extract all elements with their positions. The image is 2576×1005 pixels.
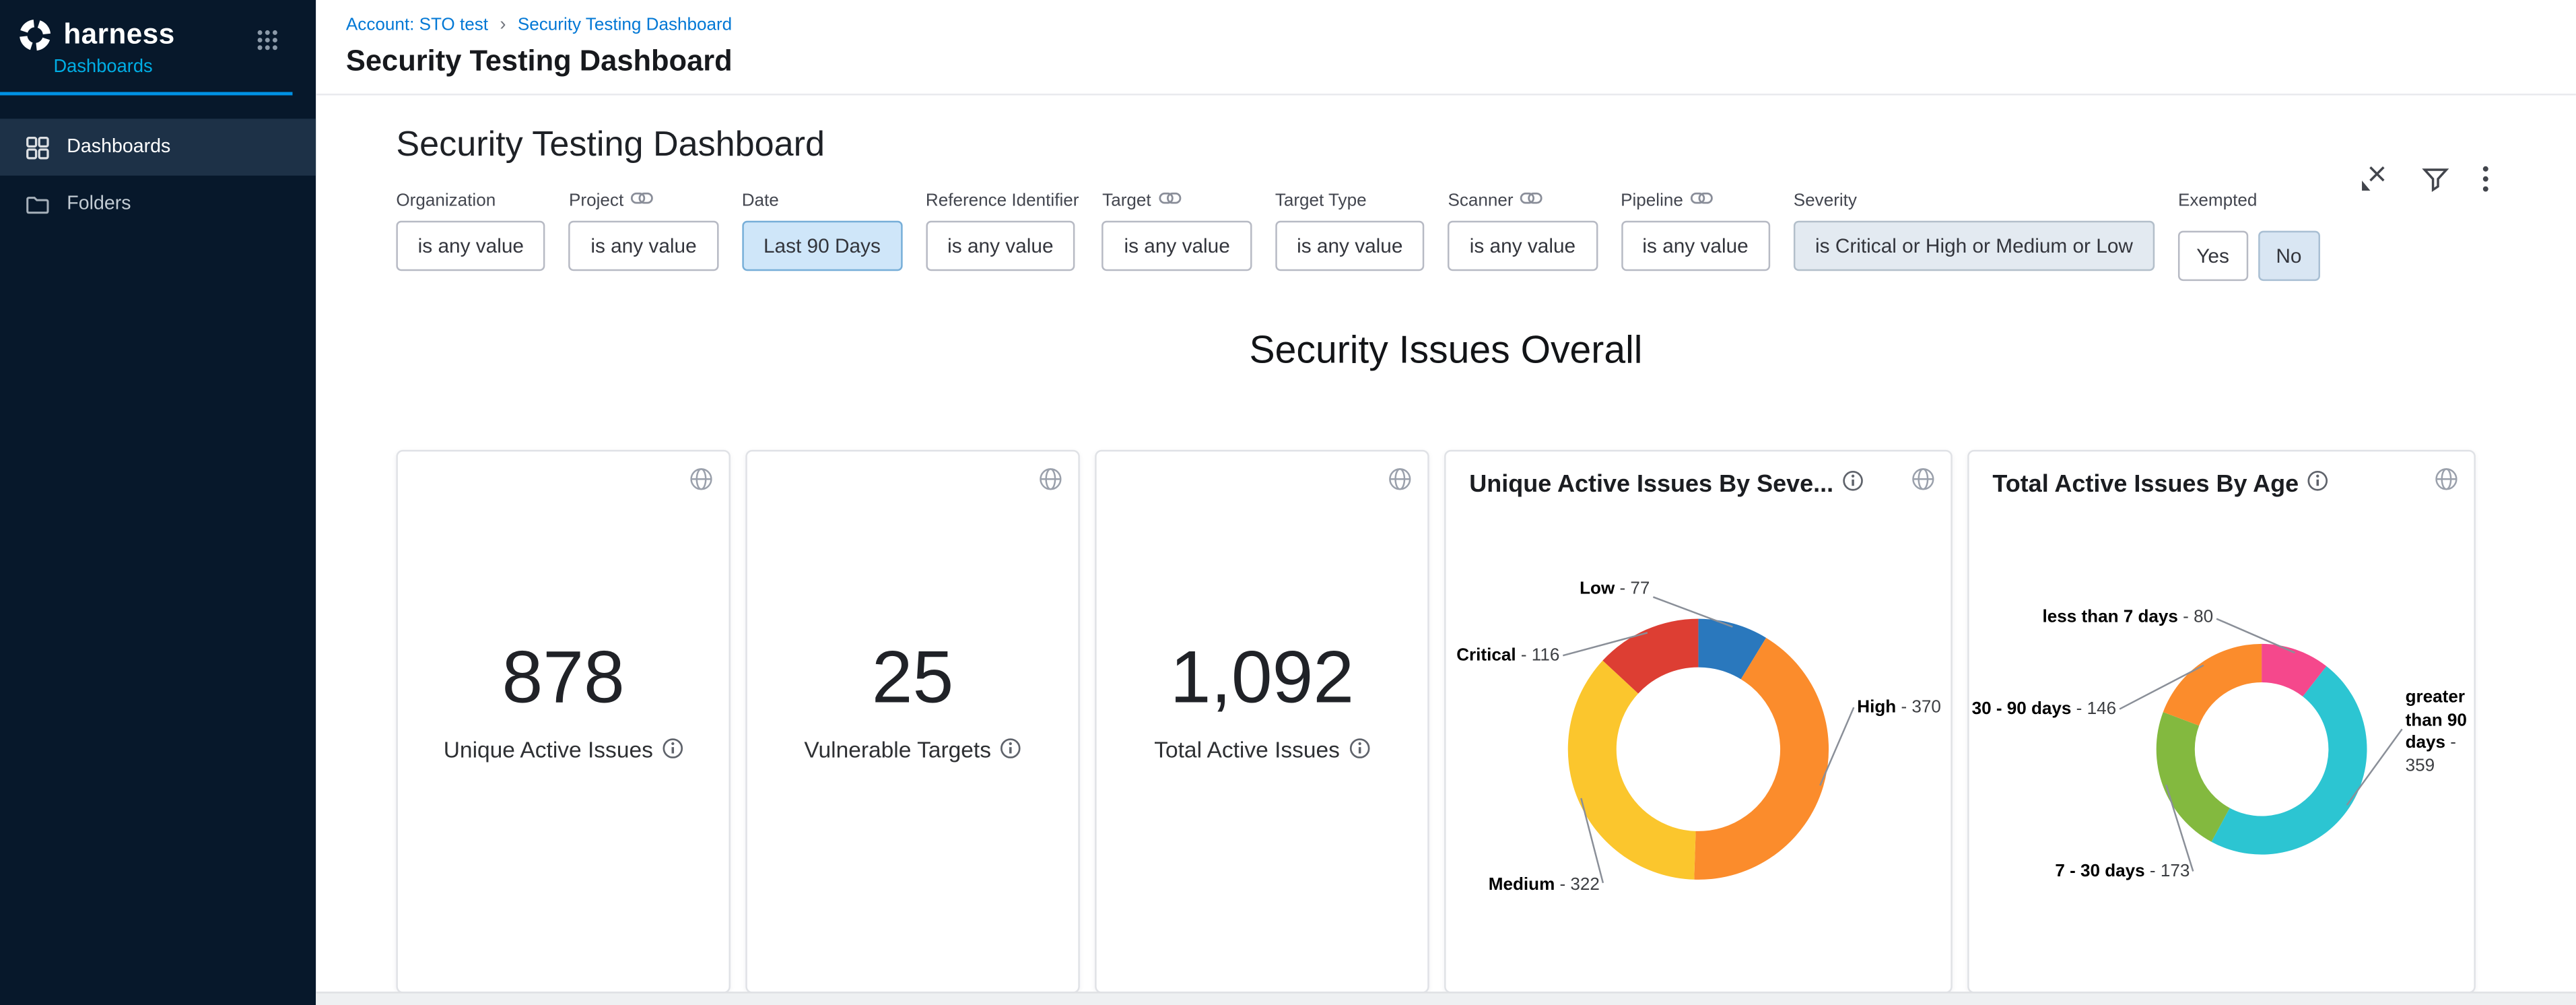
- filter-label: Target: [1102, 190, 1151, 210]
- chart-label: less than 7 days - 80: [2039, 607, 2213, 630]
- main-content: Account: STO test Security Testing Dashb…: [316, 0, 2576, 1005]
- filter-target-type: Target Type is any value: [1275, 189, 1425, 271]
- info-icon[interactable]: [999, 737, 1021, 764]
- filter-target-value[interactable]: is any value: [1102, 221, 1252, 271]
- globe-icon[interactable]: [1388, 467, 1413, 492]
- brand-wordmark: harness: [63, 18, 174, 52]
- breadcrumb-dashboard-link[interactable]: Security Testing Dashboard: [518, 15, 732, 35]
- filter-date-value[interactable]: Last 90 Days: [742, 221, 902, 271]
- filter-label: Date: [742, 190, 779, 210]
- filter-label: Pipeline: [1621, 190, 1683, 210]
- tile-total-active-issues: 1,092 Total Active Issues: [1095, 450, 1429, 994]
- filter-organization-value[interactable]: is any value: [396, 221, 545, 271]
- link-icon: [1690, 190, 1714, 210]
- tile-label: Total Active Issues: [1154, 738, 1340, 763]
- info-icon[interactable]: [1348, 737, 1369, 764]
- filter-pipeline-value[interactable]: is any value: [1621, 221, 1770, 271]
- filter-target-type-value[interactable]: is any value: [1275, 221, 1425, 271]
- sidebar-item-label: Dashboards: [67, 137, 170, 158]
- filter-severity-value[interactable]: is Critical or High or Medium or Low: [1794, 221, 2155, 271]
- link-icon: [630, 190, 654, 210]
- chart-label: Medium - 322: [1483, 874, 1600, 897]
- info-icon[interactable]: [661, 737, 683, 764]
- breadcrumb: Account: STO test Security Testing Dashb…: [346, 0, 2576, 35]
- filter-pipeline: Pipeline is any value: [1621, 189, 1770, 271]
- donut-chart-severity[interactable]: [1446, 451, 1955, 995]
- folder-icon: [25, 191, 50, 216]
- globe-icon[interactable]: [689, 467, 714, 492]
- section-title: Security Issues Overall: [316, 328, 2576, 373]
- exempted-no-button[interactable]: No: [2258, 231, 2320, 281]
- dashboard-panel: Security Testing Dashboard: [316, 125, 2576, 994]
- tile-label: Unique Active Issues: [444, 738, 653, 763]
- tile-unique-active-issues: 878 Unique Active Issues: [396, 450, 731, 994]
- chart-card-age: Total Active Issues By Age less than 7 d…: [1967, 450, 2476, 994]
- filter-label: Project: [569, 190, 623, 210]
- horizontal-scrollbar[interactable]: [316, 992, 2576, 1005]
- filter-bar: Organization is any value Project is any…: [396, 189, 2575, 282]
- filter-scanner-value[interactable]: is any value: [1448, 221, 1597, 271]
- chart-label: Critical - 116: [1450, 645, 1560, 668]
- app: harness Dashboards: [0, 0, 2576, 1005]
- filter-organization: Organization is any value: [396, 189, 545, 271]
- harness-logo-icon: [17, 17, 54, 54]
- chevron-right-icon: [500, 15, 506, 35]
- filter-label: Reference Identifier: [926, 190, 1079, 210]
- filter-label: Organization: [396, 190, 496, 210]
- page-title: Security Testing Dashboard: [346, 44, 2576, 79]
- filter-label: Scanner: [1448, 190, 1513, 210]
- filter-project: Project is any value: [569, 189, 718, 271]
- chart-label: 7 - 30 days - 173: [2043, 862, 2190, 884]
- dashboards-icon: [25, 135, 50, 160]
- sidebar-item-label: Folders: [67, 194, 131, 214]
- donut-chart-age[interactable]: [1969, 451, 2478, 995]
- tile-value: 25: [872, 637, 954, 720]
- sidebar-item-dashboards[interactable]: Dashboards: [0, 119, 316, 175]
- link-icon: [1158, 190, 1182, 210]
- sidebar-nav: Dashboards Folders: [0, 119, 316, 232]
- globe-icon[interactable]: [1038, 467, 1063, 492]
- filter-label: Exempted: [2178, 190, 2257, 210]
- breadcrumb-account-link[interactable]: Account: STO test: [346, 15, 488, 35]
- tile-value: 878: [502, 637, 625, 720]
- chart-label: Low - 77: [1543, 579, 1650, 602]
- tile-value: 1,092: [1170, 637, 1354, 720]
- chart-label: High - 370: [1857, 697, 1951, 720]
- chart-label: greater than 90 days - 359: [2406, 687, 2479, 778]
- filter-label: Target Type: [1275, 190, 1367, 210]
- close-icon[interactable]: [2359, 166, 2389, 193]
- sidebar: harness Dashboards: [0, 0, 316, 1005]
- dashboard-actions: [2359, 166, 2489, 193]
- chart-card-severity: Unique Active Issues By Seve... Low - 77…: [1444, 450, 1953, 994]
- module-accent-line: [0, 92, 292, 96]
- filter-label: Severity: [1794, 190, 1857, 210]
- filter-project-value[interactable]: is any value: [569, 221, 718, 271]
- kebab-menu-icon[interactable]: [2482, 166, 2489, 193]
- filter-scanner: Scanner is any value: [1448, 189, 1597, 271]
- page-header: Account: STO test Security Testing Dashb…: [316, 0, 2576, 96]
- chart-label: 30 - 90 days - 146: [1969, 699, 2116, 722]
- exempted-yes-button[interactable]: Yes: [2178, 231, 2247, 281]
- sidebar-item-folders[interactable]: Folders: [0, 176, 316, 232]
- tiles-row: 878 Unique Active Issues 25: [396, 450, 2575, 994]
- filter-reference-identifier: Reference Identifier is any value: [926, 189, 1079, 271]
- brand-row: harness: [0, 0, 316, 53]
- app-grid-icon[interactable]: [256, 28, 279, 60]
- filter-exempted: Exempted Yes No: [2178, 189, 2320, 282]
- tile-label: Vulnerable Targets: [804, 738, 991, 763]
- filter-icon[interactable]: [2422, 166, 2449, 191]
- dashboard-title: Security Testing Dashboard: [396, 125, 2575, 166]
- tile-vulnerable-targets: 25 Vulnerable Targets: [745, 450, 1080, 994]
- filter-date: Date Last 90 Days: [742, 189, 902, 271]
- link-icon: [1520, 190, 1544, 210]
- filter-severity: Severity is Critical or High or Medium o…: [1794, 189, 2155, 271]
- filter-reference-identifier-value[interactable]: is any value: [926, 221, 1075, 271]
- filter-target: Target is any value: [1102, 189, 1252, 271]
